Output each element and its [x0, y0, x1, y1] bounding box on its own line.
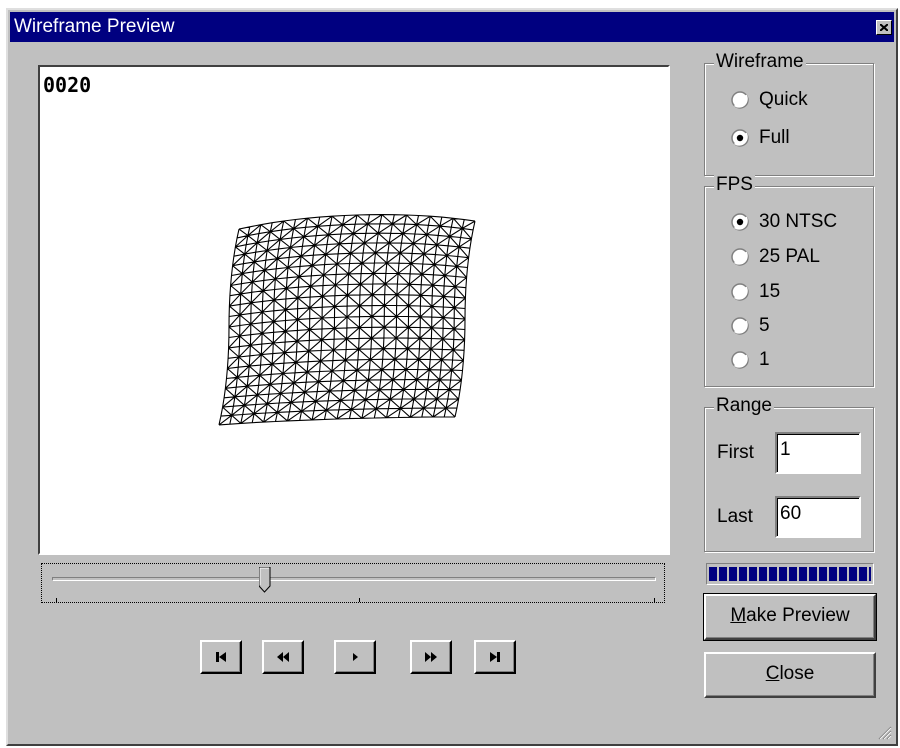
- close-icon[interactable]: [876, 20, 892, 35]
- radio-1-label: 1: [759, 349, 770, 370]
- fps-group: FPS 30 NTSC 25 PAL 15 5 1: [704, 174, 874, 387]
- rewind-button[interactable]: [262, 640, 304, 674]
- close-label: lose: [779, 663, 815, 684]
- preview-viewport: 0020: [38, 65, 670, 555]
- last-frame-field[interactable]: 60: [775, 496, 861, 538]
- radio-circle-icon: [731, 248, 749, 266]
- fps-group-label: FPS: [714, 174, 755, 196]
- radio-circle-icon: [731, 317, 749, 335]
- range-group-label: Range: [714, 395, 774, 417]
- last-label: Last: [717, 506, 753, 527]
- window-title: Wireframe Preview: [14, 16, 175, 37]
- skip-to-start-icon: [216, 652, 226, 662]
- preview-progress-bar: [706, 563, 874, 585]
- radio-circle-icon: [731, 91, 749, 109]
- slider-tick: [56, 598, 57, 602]
- skip-to-end-icon: [490, 652, 500, 662]
- close-mnemonic: C: [765, 663, 780, 684]
- first-frame-field[interactable]: 1: [775, 432, 861, 474]
- make-preview-label: ake Preview: [746, 605, 850, 626]
- radio-30-ntsc-label: 30 NTSC: [759, 211, 838, 232]
- radio-circle-icon: [731, 351, 749, 369]
- wireframe-group: Wireframe Quick Full: [704, 51, 874, 176]
- make-preview-mnemonic: M: [730, 605, 747, 626]
- play-button[interactable]: [334, 640, 376, 674]
- wireframe-mesh: [218, 214, 476, 426]
- make-preview-button[interactable]: Make Preview: [703, 593, 877, 641]
- slider-tick: [359, 598, 360, 602]
- last-frame-button[interactable]: [474, 640, 516, 674]
- radio-15-label: 15: [759, 281, 781, 302]
- progress-fill: [709, 567, 871, 581]
- radio-quick-label: Quick: [759, 89, 808, 110]
- radio-25-pal-label: 25 PAL: [759, 246, 820, 267]
- title-bar[interactable]: Wireframe Preview: [10, 12, 894, 42]
- first-frame-button[interactable]: [200, 640, 242, 674]
- slider-tick: [654, 598, 655, 602]
- resize-grip-icon[interactable]: [878, 726, 892, 740]
- rewind-icon: [277, 652, 289, 662]
- wireframe-preview-dialog: Wireframe Preview 0020 Wireframe Quick F…: [6, 8, 898, 746]
- fast-forward-button[interactable]: [410, 640, 452, 674]
- play-icon: [353, 653, 358, 661]
- first-label: First: [717, 442, 754, 463]
- radio-5-label: 5: [759, 315, 770, 336]
- slider-track: [52, 577, 656, 581]
- close-button[interactable]: Close: [704, 652, 876, 698]
- slider-thumb[interactable]: [259, 567, 271, 593]
- radio-circle-icon: [731, 283, 749, 301]
- wireframe-group-label: Wireframe: [714, 51, 806, 73]
- range-group: Range First 1 Last 60: [704, 395, 874, 552]
- fast-forward-icon: [425, 652, 437, 662]
- radio-circle-icon: [731, 129, 749, 147]
- timeline-slider[interactable]: [41, 563, 665, 603]
- radio-full-label: Full: [759, 127, 790, 148]
- radio-circle-icon: [731, 213, 749, 231]
